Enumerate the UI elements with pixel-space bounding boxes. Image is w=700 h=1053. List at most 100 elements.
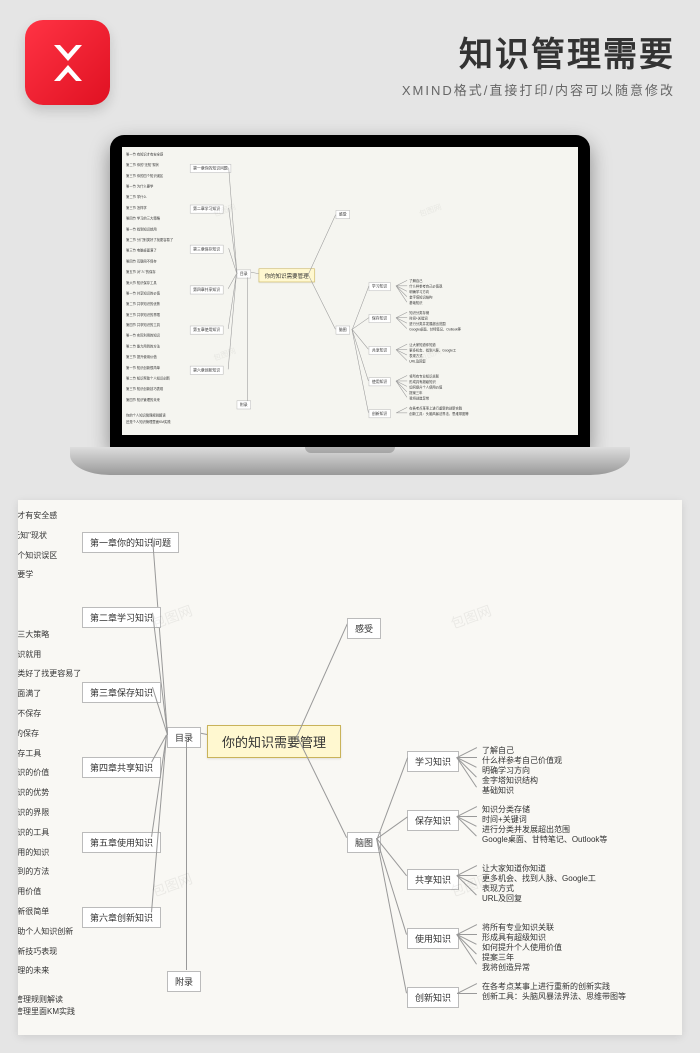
mindmap-node: URL及回复 [477, 891, 527, 906]
mindmap-node: 第六节 知识保存工具 [124, 279, 159, 285]
mindmap-node: 附录 [167, 971, 201, 992]
mindmap-node: 第二节 能力用到的方法 [18, 864, 54, 879]
mindmap-node: 第六章创新知识 [190, 366, 224, 375]
mindmap-node: 第三节 你的四个知识误区 [124, 173, 166, 179]
mindmap-node: 保存知识 [369, 314, 391, 323]
watermark: 包图网 [447, 600, 493, 633]
mindmap-center: 你的知识需要管理 [259, 268, 315, 282]
mindmap-node: 脑图 [336, 326, 350, 335]
mindmap-node: 第三节 知识创新技巧表现 [124, 386, 166, 392]
mindmap-node: 还是个人知识管理里面KM实践 [124, 419, 173, 425]
mindmap-node: 感受 [347, 618, 381, 639]
page-subtitle: XMIND格式/直接打印/内容可以随意修改 [128, 80, 675, 99]
page-title: 知识管理需要 [128, 27, 675, 76]
mindmap-node: Google桌面、甘特笔记、Outlook等 [407, 326, 463, 332]
mindmap-node: 第三章保存知识 [190, 245, 224, 254]
mindmap-node: 第一章你的知识问题 [190, 164, 231, 173]
mindmap-preview: 你的知识需要管理感受脑图目录附录第一章你的知识问题第二章学习知识第三章保存知识第… [122, 147, 578, 435]
mindmap-node: 第二节 学什么 [18, 587, 22, 602]
mindmap-node: 使用知识 [369, 377, 391, 386]
mindmap-node: 创新工具：头脑风暴法界法、思维带图等 [477, 989, 631, 1004]
mindmap-node: 第五章使用知识 [82, 832, 161, 853]
title-block: 知识管理需要 XMIND格式/直接打印/内容可以随意修改 [128, 27, 675, 99]
mindmap-node: 第三节 知识创新技巧表现 [18, 944, 62, 959]
mindmap-node: 第三节 怎样学 [18, 607, 22, 622]
mindmap-node: 第二节 知识帮助个人知识创新 [124, 375, 172, 381]
mindmap-node: 第一节 共享知识的价值 [124, 290, 162, 296]
mindmap-node: 第二节 知识帮助个人知识创新 [18, 924, 78, 939]
mindmap-node: 第一节 有知识才有安全感 [18, 508, 62, 523]
mindmap-node: 第一节 为什么要学 [18, 567, 38, 582]
watermark: 包图网 [212, 345, 237, 363]
mindmap-node: 第四章共享知识 [82, 757, 161, 778]
mindmap-node: 你的个人知识管理规则解读 [124, 412, 168, 418]
mindmap-node: 第一节 知识创新很简单 [18, 904, 54, 919]
mindmap-node: 第四章共享知识 [190, 285, 224, 294]
watermark: 包图网 [417, 201, 442, 219]
mindmap-node: 第三节 电脑桌面满了 [124, 247, 159, 253]
mindmap-node: 基础知识 [477, 783, 519, 798]
mindmap-detail: 你的知识需要管理感受脑图目录附录第一章你的知识问题第二章学习知识第三章保存知识第… [18, 500, 682, 1035]
mindmap-node: 创新知识 [407, 987, 459, 1008]
mindmap-node: 第四节 互联网不保存 [124, 258, 159, 264]
mindmap-node: 保存知识 [407, 810, 459, 831]
mindmap-node: 第三节 提升使用价值 [124, 354, 159, 360]
mindmap-node: 第一节 共享知识的价值 [18, 765, 54, 780]
mindmap-node: 第三节 共享知识的界限 [124, 311, 162, 317]
mindmap-node: 第一节 有知识才有安全感 [124, 151, 166, 157]
mindmap-node: 第二节 分门别类好了找更容易了 [18, 666, 86, 681]
laptop-mockup: 你的知识需要管理感受脑图目录附录第一章你的知识问题第二章学习知识第三章保存知识第… [70, 135, 630, 475]
mindmap-node: 第三节 共享知识的界限 [18, 805, 54, 820]
mindmap-node: 第二章学习知识 [190, 204, 224, 213]
mindmap-node: 第二节 你的"无知"现状 [18, 528, 52, 543]
mindmap-node: 目录 [167, 727, 201, 748]
mindmap-node: 共享知识 [407, 869, 459, 890]
mindmap-node: 第四节 共享知识的工具 [18, 825, 54, 840]
mindmap-node: 第六章创新知识 [82, 907, 161, 928]
mindmap-node: 第一节 找到知识就用 [124, 226, 159, 232]
watermark: 包图网 [149, 868, 195, 901]
mindmap-node: 还是个人知识管理里面KM实践 [18, 1004, 80, 1019]
mindmap-node: URL及回复 [407, 358, 428, 364]
mindmap-node: 第三节 电脑桌面满了 [18, 686, 46, 701]
mindmap-node: 使用知识 [407, 928, 459, 949]
mindmap-node: 第三节 你的四个知识误区 [18, 548, 62, 563]
mindmap-node: 第三章保存知识 [82, 682, 161, 703]
mindmap-node: 第三节 怎样学 [124, 204, 149, 210]
mindmap-node: 学习知识 [369, 282, 391, 291]
mindmap-node: 学习知识 [407, 751, 459, 772]
mindmap-node: 第二节 你的"无知"现状 [124, 162, 161, 168]
mindmap-node: 第五章使用知识 [190, 326, 224, 335]
mindmap-node: 第五节 对"人"的保存 [124, 268, 158, 274]
mindmap-node: 创新知识 [369, 409, 391, 418]
mindmap-node: 第四节 知识管理的未来 [124, 396, 162, 402]
mindmap-node: 感受 [336, 210, 350, 219]
mindmap-node: 第二节 共享知识的优势 [18, 785, 54, 800]
mindmap-node: 第四节 互联网不保存 [18, 706, 46, 721]
mindmap-node: 第二节 学什么 [124, 194, 149, 200]
mindmap-node: 第二章学习知识 [82, 607, 161, 628]
mindmap-node: 第三节 提升使用价值 [18, 884, 46, 899]
mindmap-node: 第一章你的知识问题 [82, 532, 179, 553]
mindmap-node: 第四节 学习的三大策略 [124, 215, 162, 221]
mindmap-node: 基础知识 [407, 300, 425, 306]
mindmap-node: Google桌面、甘特笔记、Outlook等 [477, 832, 612, 847]
laptop-base [70, 447, 630, 475]
mindmap-node: 第四节 共享知识的工具 [124, 322, 162, 328]
mindmap-node: 第四节 学习的三大策略 [18, 627, 54, 642]
mindmap-node: 第一节 实际利用的知识 [124, 332, 162, 338]
mindmap-node: 第二节 能力用到的方法 [124, 343, 162, 349]
mindmap-node: 共享知识 [369, 346, 391, 355]
mindmap-node: 我将创造异常 [407, 395, 431, 401]
mindmap-node: 第五节 对"人"的保存 [18, 726, 44, 741]
mindmap-node: 第六节 知识保存工具 [18, 746, 46, 761]
laptop-screen: 你的知识需要管理感受脑图目录附录第一章你的知识问题第二章学习知识第三章保存知识第… [110, 135, 590, 447]
mindmap-node: 第一节 为什么要学 [124, 183, 156, 189]
mindmap-center: 你的知识需要管理 [207, 725, 341, 758]
header: 知识管理需要 XMIND格式/直接打印/内容可以随意修改 [0, 0, 700, 120]
mindmap-node: 目录 [237, 269, 251, 278]
mindmap-node: 附录 [237, 400, 251, 409]
mindmap-node: 创新工具：头脑风暴法界法、思维带图等 [407, 410, 471, 416]
mindmap-node: 我将创造异常 [477, 960, 535, 975]
mindmap-node: 第一节 知识创新很简单 [124, 364, 162, 370]
